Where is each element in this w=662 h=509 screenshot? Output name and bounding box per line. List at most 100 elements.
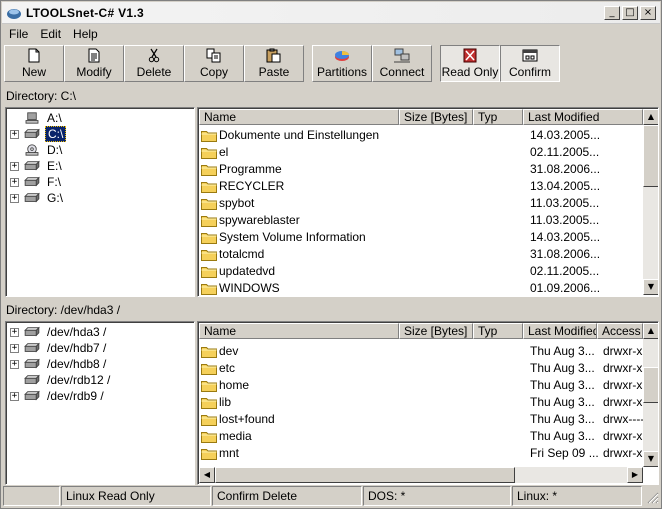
tree-node-a[interactable]: A:\ <box>10 110 64 126</box>
expand-icon[interactable]: + <box>10 177 19 187</box>
file-row[interactable]: spybot 11.03.2005... <box>199 195 643 212</box>
file-name: WINDOWS <box>219 281 280 295</box>
column-header-name[interactable]: Name <box>199 109 399 125</box>
column-header-size[interactable]: Size [Bytes] <box>399 109 473 125</box>
maximize-button[interactable]: □ <box>622 6 638 20</box>
hard-drive-icon <box>24 128 40 139</box>
hard-drive-icon <box>24 374 40 385</box>
tree-node-device[interactable]: + /dev/hda3 / <box>10 324 108 340</box>
app-window: LTOOLSnet-C# V1.3 _ □ × File Edit Help N… <box>0 0 662 509</box>
tree-node-device[interactable]: /dev/rdb12 / <box>10 372 112 388</box>
expand-icon[interactable]: + <box>10 161 19 171</box>
delete-button[interactable]: Delete <box>124 45 184 82</box>
tree-node-label: E:\ <box>47 159 62 173</box>
file-row[interactable]: RECYCLER 13.04.2005... <box>199 178 643 195</box>
paste-clipboard-icon <box>265 47 283 63</box>
file-row[interactable]: media Thu Aug 3... drwxr-xr- <box>199 428 643 445</box>
top-drive-tree[interactable]: A:\ + C:\ D:\ + E:\ + F:\ + G:\ <box>5 107 195 297</box>
new-button[interactable]: New <box>4 45 64 82</box>
menu-help[interactable]: Help <box>67 25 104 43</box>
file-modified: 14.03.2005... <box>530 230 601 244</box>
tree-node-e[interactable]: + E:\ <box>10 158 64 174</box>
file-access: drwxr-xr- <box>603 395 643 409</box>
scroll-down-icon[interactable]: ▼ <box>643 279 658 295</box>
modify-button[interactable]: Modify <box>64 45 124 82</box>
menu-file[interactable]: File <box>3 25 34 43</box>
top-vertical-scrollbar[interactable]: ▲ ▼ <box>643 109 658 295</box>
file-name: home <box>219 378 250 392</box>
file-row[interactable]: Dokumente und Einstellungen 14.03.2005... <box>199 127 643 144</box>
close-button[interactable]: × <box>640 6 656 20</box>
file-row[interactable]: home Thu Aug 3... drwxr-xr- <box>199 377 643 394</box>
column-header-size[interactable]: Size [Bytes] <box>399 323 473 339</box>
file-modified: 31.08.2006... <box>530 162 601 176</box>
paste-label: Paste <box>258 65 290 79</box>
file-row[interactable]: dev Thu Aug 3... drwxr-xr- <box>199 343 643 360</box>
expand-icon[interactable]: + <box>10 327 19 337</box>
partitions-button[interactable]: Partitions <box>312 45 372 82</box>
scroll-thumb[interactable] <box>643 125 658 187</box>
top-file-list[interactable]: Name Size [Bytes] Typ Last Modified Doku… <box>197 107 659 297</box>
scroll-thumb[interactable] <box>643 367 658 403</box>
file-row[interactable]: mnt Fri Sep 09 ... drwxr-xr- <box>199 445 643 462</box>
bottom-horizontal-scrollbar[interactable]: ◀ ▶ <box>199 467 643 483</box>
column-header-modified[interactable]: Last Modified <box>523 323 597 339</box>
column-header-modified[interactable]: Last Modified <box>523 109 643 125</box>
expand-icon[interactable]: + <box>10 391 19 401</box>
tree-node-label: /dev/rdb12 / <box>47 373 111 387</box>
file-row[interactable]: Programme 31.08.2006... <box>199 161 643 178</box>
file-row[interactable]: totalcmd 31.08.2006... <box>199 246 643 263</box>
expand-icon[interactable]: + <box>10 343 19 353</box>
scroll-thumb[interactable] <box>215 467 515 483</box>
resize-grip-icon[interactable] <box>645 490 659 504</box>
scroll-right-icon[interactable]: ▶ <box>627 467 643 483</box>
column-header-type[interactable]: Typ <box>473 109 523 125</box>
file-row[interactable]: spywareblaster 11.03.2005... <box>199 212 643 229</box>
read-only-toggle[interactable]: Read Only <box>440 45 500 82</box>
scroll-left-icon[interactable]: ◀ <box>199 467 215 483</box>
file-access: drwxr-xr- <box>603 378 643 392</box>
file-name: RECYCLER <box>219 179 285 193</box>
expand-icon[interactable]: + <box>10 359 19 369</box>
bottom-device-tree[interactable]: + /dev/hda3 / + /dev/hdb7 / + /dev/hdb8 / /dev… <box>5 321 195 485</box>
title-bar[interactable]: LTOOLSnet-C# V1.3 _ □ × <box>2 2 660 24</box>
file-row[interactable]: el 02.11.2005... <box>199 144 643 161</box>
file-row[interactable]: lost+found Thu Aug 3... drwx------ <box>199 411 643 428</box>
tree-node-c[interactable]: + C:\ <box>10 126 67 142</box>
folder-icon <box>201 267 217 278</box>
connect-network-icon <box>393 47 411 63</box>
scroll-up-icon[interactable]: ▲ <box>643 109 658 125</box>
confirm-toggle[interactable]: Confirm <box>500 45 560 82</box>
file-row[interactable]: etc Thu Aug 3... drwxr-xr- <box>199 360 643 377</box>
tree-node-f[interactable]: + F:\ <box>10 174 63 190</box>
tree-node-g[interactable]: + G:\ <box>10 190 65 206</box>
copy-button[interactable]: Copy <box>184 45 244 82</box>
copy-label: Copy <box>199 65 228 79</box>
file-row[interactable]: WINDOWS 01.09.2006... <box>199 280 643 296</box>
expand-icon[interactable]: + <box>10 129 19 139</box>
connect-button[interactable]: Connect <box>372 45 432 82</box>
minimize-button[interactable]: _ <box>604 6 620 20</box>
file-row[interactable]: lib Thu Aug 3... drwxr-xr- <box>199 394 643 411</box>
column-header-access[interactable]: Access <box>597 323 643 339</box>
tree-node-device[interactable]: + /dev/hdb7 / <box>10 340 108 356</box>
tree-node-label: /dev/hdb8 / <box>47 357 107 371</box>
tree-node-device[interactable]: + /dev/hdb8 / <box>10 356 108 372</box>
bottom-vertical-scrollbar[interactable]: ▲ ▼ <box>643 323 658 467</box>
scroll-up-icon[interactable]: ▲ <box>643 323 658 339</box>
column-header-type[interactable]: Typ <box>473 323 523 339</box>
tree-node-d[interactable]: D:\ <box>10 142 64 158</box>
column-header-name[interactable]: Name <box>199 323 399 339</box>
scroll-down-icon[interactable]: ▼ <box>643 451 658 467</box>
tree-node-device[interactable]: + /dev/rdb9 / <box>10 388 106 404</box>
paste-button[interactable]: Paste <box>244 45 304 82</box>
file-row[interactable]: System Volume Information 14.03.2005... <box>199 229 643 246</box>
menu-edit[interactable]: Edit <box>34 25 67 43</box>
bottom-file-list[interactable]: Name Size [Bytes] Typ Last Modified Acce… <box>197 321 659 485</box>
folder-icon <box>201 165 217 176</box>
expand-icon[interactable]: + <box>10 193 19 203</box>
file-modified: Thu Aug 3... <box>530 361 595 375</box>
hard-drive-icon <box>24 176 40 187</box>
file-row[interactable]: updatedvd 02.11.2005... <box>199 263 643 280</box>
status-linux: Linux: * <box>512 486 642 506</box>
